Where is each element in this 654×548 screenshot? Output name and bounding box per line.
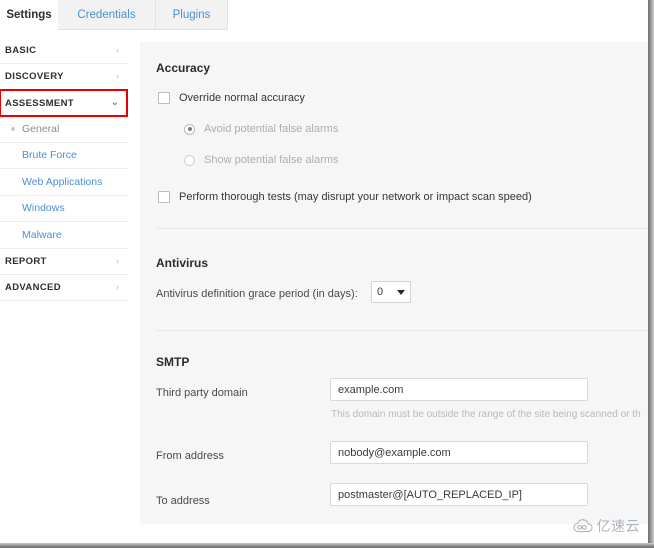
sidebar-item-general-label: General [22,122,60,135]
tab-plugins[interactable]: Plugins [156,0,228,30]
sidebar-group-discovery-label: DISCOVERY [5,71,64,82]
sidebar-item-windows[interactable]: Windows [0,195,127,222]
cloud-icon [572,519,593,533]
tab-credentials[interactable]: Credentials [58,0,156,30]
settings-content-panel: Accuracy Override normal accuracy Avoid … [140,42,654,524]
sidebar-item-malware-label: Malware [22,228,62,241]
antivirus-section-title: Antivirus [156,256,209,270]
watermark: 亿速云 [572,516,641,536]
antivirus-grace-period-select[interactable]: 0 [371,281,411,303]
to-address-label: To address [156,495,210,507]
sidebar-group-advanced[interactable]: ADVANCED › [0,274,127,301]
third-party-domain-input[interactable] [330,378,588,401]
avoid-false-alarms-radio[interactable] [184,123,195,135]
override-normal-accuracy-label: Override normal accuracy [179,92,305,104]
sidebar-item-malware[interactable]: Malware [0,222,127,249]
from-address-input[interactable] [330,441,588,464]
tab-bar-filler [228,0,654,30]
perform-thorough-tests-row[interactable]: Perform thorough tests (may disrupt your… [158,191,532,203]
accuracy-section-title: Accuracy [156,61,211,75]
smtp-section-title: SMTP [156,355,190,369]
tab-settings[interactable]: Settings [0,0,58,30]
sidebar-group-assessment-label: ASSESSMENT [5,97,74,109]
watermark-text: 亿速云 [596,519,640,535]
window-right-edge[interactable] [648,0,654,548]
sidebar-item-web-applications[interactable]: Web Applications [0,169,127,196]
avoid-false-alarms-label: Avoid potential false alarms [204,123,339,135]
section-divider-antivirus [156,330,654,331]
third-party-domain-help: This domain must be outside the range of… [331,409,641,420]
show-false-alarms-row[interactable]: Show potential false alarms [184,154,339,166]
bullet-icon [11,126,15,131]
avoid-false-alarms-row[interactable]: Avoid potential false alarms [184,123,338,135]
third-party-domain-label: Third party domain [156,387,248,399]
sidebar-group-advanced-label: ADVANCED [5,281,61,293]
chevron-right-icon: › [116,71,119,81]
show-false-alarms-radio[interactable] [184,154,195,166]
sidebar-item-brute-force[interactable]: Brute Force [0,142,127,169]
from-address-label: From address [156,450,224,462]
window-bottom-edge[interactable] [0,543,654,548]
tab-settings-label: Settings [6,9,52,21]
chevron-right-icon: › [116,281,119,292]
sidebar-item-web-applications-label: Web Applications [22,175,103,188]
settings-sidebar: BASIC › DISCOVERY › ASSESSMENT ⌄ General… [0,38,128,301]
sidebar-item-windows-label: Windows [22,202,65,215]
chevron-down-icon: ⌄ [110,97,119,108]
chevron-right-icon: › [116,255,119,266]
override-normal-accuracy-checkbox[interactable] [158,92,170,104]
sidebar-group-basic[interactable]: BASIC › [0,38,127,64]
to-address-input[interactable] [330,483,588,506]
sidebar-group-report[interactable]: REPORT › [0,248,127,275]
antivirus-grace-period-value: 0 [377,286,384,298]
perform-thorough-tests-label: Perform thorough tests (may disrupt your… [179,191,532,203]
active-tab-underline [0,29,58,31]
sidebar-group-assessment[interactable]: ASSESSMENT ⌄ [0,89,128,117]
sidebar-group-report-label: REPORT [5,255,47,267]
show-false-alarms-label: Show potential false alarms [204,154,339,166]
perform-thorough-tests-checkbox[interactable] [158,191,170,203]
sidebar-group-discovery[interactable]: DISCOVERY › [0,64,127,90]
chevron-down-icon [397,289,405,295]
tab-bar: Settings Credentials Plugins [0,0,654,30]
chevron-right-icon: › [116,45,119,55]
tab-credentials-label: Credentials [77,8,136,21]
sidebar-item-brute-force-label: Brute Force [22,149,77,162]
override-normal-accuracy-row[interactable]: Override normal accuracy [158,92,305,104]
antivirus-grace-period-label: Antivirus definition grace period (in da… [156,288,358,300]
sidebar-group-basic-label: BASIC [5,45,37,56]
tab-plugins-label: Plugins [172,8,211,21]
sidebar-item-general[interactable]: General [0,116,127,143]
section-divider-accuracy [156,228,654,229]
settings-window: Settings Credentials Plugins BASIC › DIS… [0,0,654,548]
